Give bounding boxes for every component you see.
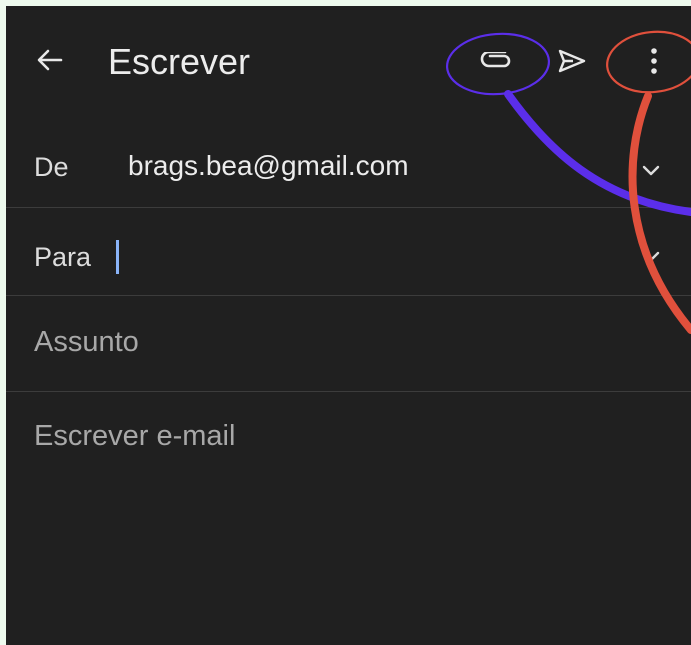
attach-button[interactable]	[476, 44, 516, 78]
back-button[interactable]	[32, 42, 68, 78]
to-expand-button[interactable]	[638, 246, 664, 266]
paperclip-icon	[480, 52, 511, 68]
from-account-select[interactable]: brags.bea@gmail.com	[128, 150, 409, 182]
subject-row: Assunto	[6, 296, 691, 392]
more-vert-icon	[651, 48, 657, 74]
more-options-button[interactable]	[636, 42, 672, 80]
chevron-down-icon	[642, 165, 660, 175]
subject-input[interactable]: Assunto	[34, 326, 139, 359]
app-bar: Escrever	[6, 6, 691, 116]
compose-screen: Escrever De brags.bea@gmail.com Para Ass…	[6, 6, 691, 645]
chevron-down-icon	[642, 251, 660, 261]
body-input[interactable]: Escrever e-mail	[34, 420, 235, 453]
send-icon	[558, 49, 586, 73]
from-row: De brags.bea@gmail.com	[6, 116, 691, 208]
text-caret	[116, 240, 119, 274]
from-label: De	[34, 152, 69, 182]
arrow-left-icon	[37, 49, 63, 71]
from-expand-button[interactable]	[638, 160, 664, 180]
to-label: Para	[34, 242, 92, 272]
page-title: Escrever	[108, 41, 251, 82]
to-row: Para	[6, 208, 691, 296]
send-button[interactable]	[552, 44, 592, 78]
